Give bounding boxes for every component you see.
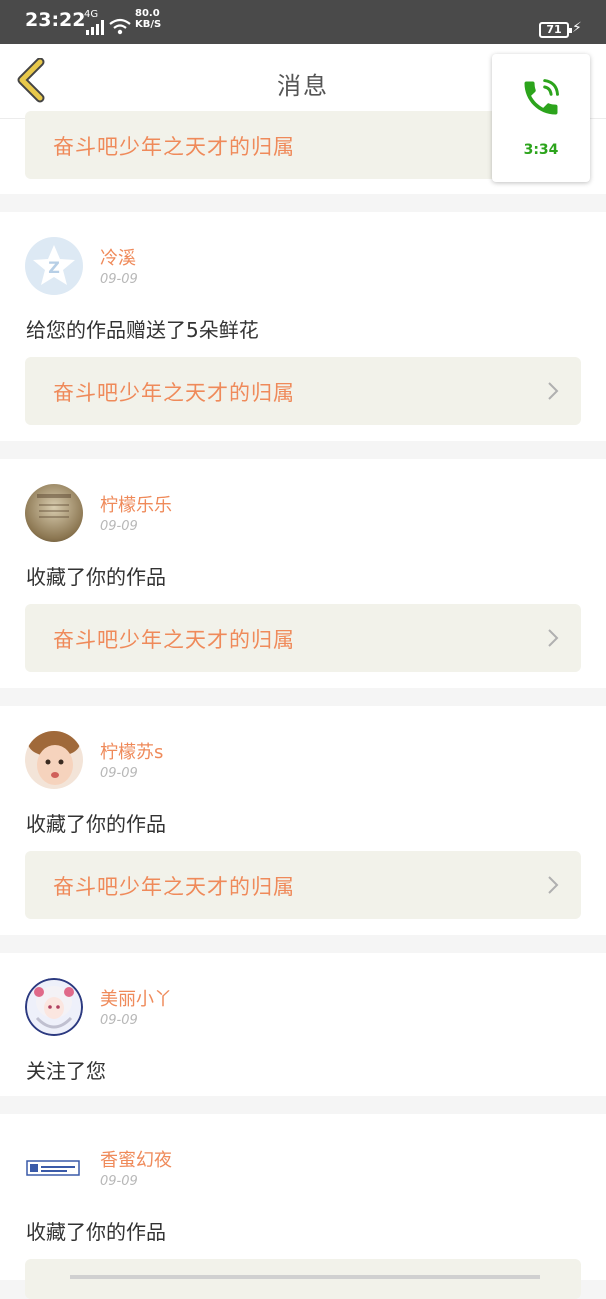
work-image-strip (70, 1275, 540, 1279)
username[interactable]: 香蜜幻夜 (100, 1146, 172, 1172)
message-date: 09-09 (100, 1013, 138, 1028)
work-link[interactable]: 奋斗吧少年之天才的归属 (25, 357, 581, 425)
message-date: 09-09 (100, 519, 138, 534)
phone-icon (524, 79, 559, 115)
avatar[interactable] (25, 978, 83, 1036)
qzone-star-icon: Z (33, 245, 75, 285)
signal-icon (86, 20, 104, 35)
avatar[interactable] (25, 731, 83, 789)
work-title: 奋斗吧少年之天才的归属 (53, 381, 295, 405)
wifi-icon (109, 18, 131, 35)
message-date: 09-09 (100, 766, 138, 781)
call-duration: 3:34 (523, 142, 559, 158)
anime-avatar (25, 978, 83, 1036)
username[interactable]: 冷溪 (100, 244, 136, 270)
message-action: 收藏了你的作品 (26, 565, 166, 589)
call-widget[interactable]: 3:34 (492, 54, 590, 182)
message-action: 收藏了你的作品 (26, 1220, 166, 1244)
work-title: 奋斗吧少年之天才的归属 (53, 135, 295, 159)
message-card: Z 冷溪 09-09 给您的作品赠送了5朵鲜花 奋斗吧少年之天才的归属 (0, 212, 606, 441)
message-date: 09-09 (100, 272, 138, 287)
chevron-right-icon (548, 876, 559, 894)
network-type: 4G (84, 9, 99, 20)
message-action: 给您的作品赠送了5朵鲜花 (26, 318, 259, 342)
photo-avatar (37, 494, 71, 518)
message-card: 柠檬乐乐 09-09 收藏了你的作品 奋斗吧少年之天才的归属 (0, 459, 606, 688)
avatar[interactable] (25, 1139, 83, 1197)
child-avatar (28, 731, 80, 785)
avatar[interactable]: Z (25, 237, 83, 295)
work-link[interactable]: 奋斗吧少年之天才的归属 (25, 851, 581, 919)
battery-level: 71 (546, 23, 562, 36)
status-bar: 23:22 4G 80.0 KB/S 71 ⚡ (0, 0, 606, 44)
message-action: 收藏了你的作品 (26, 812, 166, 836)
username[interactable]: 美丽小丫 (100, 985, 172, 1011)
svg-text:Z: Z (48, 258, 60, 277)
speed-unit: KB/S (135, 19, 162, 30)
work-title: 奋斗吧少年之天才的归属 (53, 628, 295, 652)
status-time: 23:22 (25, 9, 86, 31)
logo-avatar (26, 1160, 80, 1176)
chevron-right-icon (548, 382, 559, 400)
username[interactable]: 柠檬乐乐 (100, 491, 172, 517)
battery-icon: 71 (539, 22, 572, 38)
network-speed: 80.0 KB/S (135, 8, 161, 30)
chevron-right-icon (548, 629, 559, 647)
message-card: 美丽小丫 09-09 关注了您 (0, 953, 606, 1096)
speed-value: 80.0 (135, 8, 160, 19)
work-link[interactable]: 奋斗吧少年之天才的归属 (25, 604, 581, 672)
work-title: 奋斗吧少年之天才的归属 (53, 875, 295, 899)
avatar[interactable] (25, 484, 83, 542)
username[interactable]: 柠檬苏s (100, 738, 163, 764)
message-date: 09-09 (100, 1174, 138, 1189)
work-link[interactable] (25, 1259, 581, 1299)
message-card: 香蜜幻夜 09-09 收藏了你的作品 (0, 1114, 606, 1299)
message-card: 柠檬苏s 09-09 收藏了你的作品 奋斗吧少年之天才的归属 (0, 706, 606, 935)
charging-icon: ⚡ (572, 20, 582, 36)
message-action: 关注了您 (26, 1059, 106, 1083)
